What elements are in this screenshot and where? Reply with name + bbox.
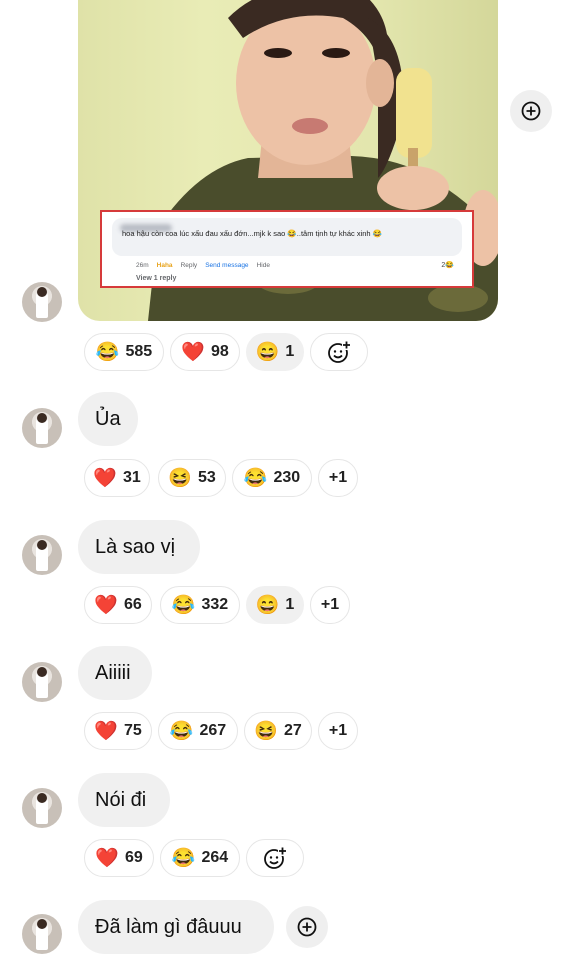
reaction-chip[interactable]: ❤️ 98 — [170, 333, 240, 371]
reaction-chip-selected[interactable]: 😄 1 — [246, 586, 304, 624]
reaction-chip-selected[interactable]: 😄 1 — [246, 333, 304, 371]
shared-image-message[interactable]: hoa hậu còn coa lúc xấu đau xấu đớn...mj… — [78, 0, 498, 321]
circle-plus-icon — [521, 101, 541, 121]
comment-reaction-count: 2😂 — [441, 262, 454, 269]
sender-avatar[interactable] — [22, 662, 62, 702]
quick-action-button[interactable] — [286, 906, 328, 948]
more-reactions-chip[interactable]: +1 — [318, 712, 358, 750]
message-bubble[interactable]: Ủa — [78, 392, 138, 446]
comment-bubble: hoa hậu còn coa lúc xấu đau xấu đớn...mj… — [112, 218, 462, 256]
smiley-plus-icon — [264, 847, 287, 869]
message-bubble[interactable]: Aiiiii — [78, 646, 152, 700]
reaction-chip[interactable]: 😆 53 — [158, 459, 226, 497]
message-bubble[interactable]: Nói đi — [78, 773, 170, 827]
add-reaction-button[interactable] — [246, 839, 304, 877]
sender-avatar[interactable] — [22, 282, 62, 322]
reaction-chip[interactable]: 😂 230 — [232, 459, 312, 497]
message-bubble[interactable]: Là sao vị — [78, 520, 200, 574]
sender-avatar[interactable] — [22, 914, 62, 954]
comment-text: hoa hậu còn coa lúc xấu đau xấu đớn...mj… — [122, 229, 382, 238]
circle-plus-icon — [297, 917, 317, 937]
comment-haha-link: Haha — [156, 262, 173, 269]
reaction-chip[interactable]: ❤️ 75 — [84, 712, 152, 750]
reaction-chip[interactable]: 😂 332 — [160, 586, 240, 624]
view-replies-link: View 1 reply — [136, 275, 177, 282]
comment-hide-link: Hide — [256, 262, 270, 269]
comment-time: 26m — [136, 262, 149, 269]
add-reaction-button[interactable] — [310, 333, 368, 371]
quick-action-button[interactable] — [510, 90, 552, 132]
embedded-facebook-comment: hoa hậu còn coa lúc xấu đau xấu đớn...mj… — [100, 210, 474, 288]
reaction-chip[interactable]: 😂 264 — [160, 839, 240, 877]
more-reactions-chip[interactable]: +1 — [310, 586, 350, 624]
message-bubble[interactable]: Đã làm gì đâuuu — [78, 900, 274, 954]
reaction-chip[interactable]: 😂 267 — [158, 712, 238, 750]
reaction-chip[interactable]: ❤️ 31 — [84, 459, 150, 497]
sender-avatar[interactable] — [22, 788, 62, 828]
smiley-plus-icon — [328, 341, 351, 363]
reaction-chip[interactable]: ❤️ 69 — [84, 839, 154, 877]
comment-actions: 26m Haha Reply Send message Hide — [136, 262, 270, 269]
comment-send-message-link: Send message — [205, 262, 249, 269]
more-reactions-chip[interactable]: +1 — [318, 459, 358, 497]
reaction-chip[interactable]: 😂 585 — [84, 333, 164, 371]
comment-reply-link: Reply — [180, 262, 198, 269]
sender-avatar[interactable] — [22, 408, 62, 448]
reaction-chip[interactable]: ❤️ 66 — [84, 586, 152, 624]
sender-avatar[interactable] — [22, 535, 62, 575]
reaction-chip[interactable]: 😆 27 — [244, 712, 312, 750]
